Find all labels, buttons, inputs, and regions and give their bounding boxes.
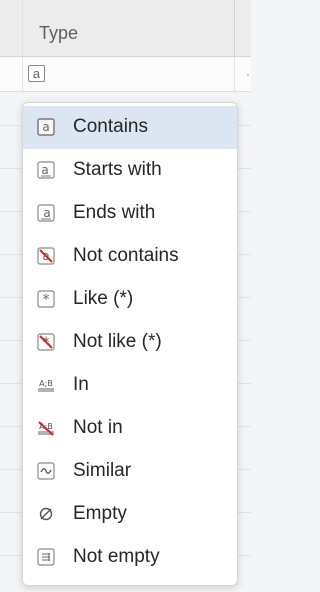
svg-text:a: a xyxy=(43,206,50,220)
contains-icon: a xyxy=(37,118,55,136)
filter-row: a xyxy=(0,57,251,92)
menu-item-label: Empty xyxy=(73,503,127,524)
menu-item-empty[interactable]: Empty xyxy=(23,493,237,536)
not-empty-icon xyxy=(37,548,55,566)
menu-item-contains[interactable]: a Contains xyxy=(23,106,237,149)
ends-with-icon: a xyxy=(37,204,55,222)
column-title: Type xyxy=(39,23,79,43)
not-like-icon: * xyxy=(37,333,55,351)
menu-item-label: Starts with xyxy=(73,159,162,180)
not-in-icon: A;B xyxy=(37,419,55,437)
filter-operator-screen: Type a a Contains a Starts with a Ends w… xyxy=(0,0,251,592)
menu-item-in[interactable]: A;B In xyxy=(23,364,237,407)
menu-item-similar[interactable]: Similar xyxy=(23,450,237,493)
menu-item-ends-with[interactable]: a Ends with xyxy=(23,192,237,235)
starts-with-icon: a xyxy=(37,161,55,179)
menu-item-label: Not contains xyxy=(73,245,179,266)
cell-separator-mark xyxy=(247,74,249,76)
menu-item-starts-with[interactable]: a Starts with xyxy=(23,149,237,192)
type-filter-cell[interactable]: a xyxy=(22,57,235,91)
menu-item-label: Similar xyxy=(73,460,132,481)
menu-item-label: In xyxy=(73,374,89,395)
not-contains-icon: a xyxy=(37,247,55,265)
menu-item-like[interactable]: * Like (*) xyxy=(23,278,237,321)
filter-operator-menu: a Contains a Starts with a Ends with Not… xyxy=(22,102,238,586)
svg-text:*: * xyxy=(43,292,50,308)
empty-icon xyxy=(37,505,55,523)
menu-item-label: Not like (*) xyxy=(73,331,162,352)
svg-text:A;B: A;B xyxy=(39,379,53,388)
menu-item-not-empty[interactable]: Not empty xyxy=(23,536,237,579)
grid-header: Type xyxy=(0,0,251,57)
like-icon: * xyxy=(37,290,55,308)
menu-item-label: Contains xyxy=(73,116,148,137)
menu-item-label: Ends with xyxy=(73,202,156,223)
menu-item-label: Like (*) xyxy=(73,288,134,309)
menu-item-not-contains[interactable]: a Not contains xyxy=(23,235,237,278)
menu-item-not-like[interactable]: * Not like (*) xyxy=(23,321,237,364)
similar-icon xyxy=(37,462,55,480)
svg-text:a: a xyxy=(41,163,48,177)
svg-text:a: a xyxy=(42,120,49,134)
menu-item-label: Not in xyxy=(73,417,123,438)
menu-item-label: Not empty xyxy=(73,546,160,567)
type-column-header[interactable]: Type xyxy=(22,0,235,56)
text-contains-icon[interactable]: a xyxy=(28,65,45,82)
menu-item-not-in[interactable]: A;B Not in xyxy=(23,407,237,450)
in-icon: A;B xyxy=(37,376,55,394)
